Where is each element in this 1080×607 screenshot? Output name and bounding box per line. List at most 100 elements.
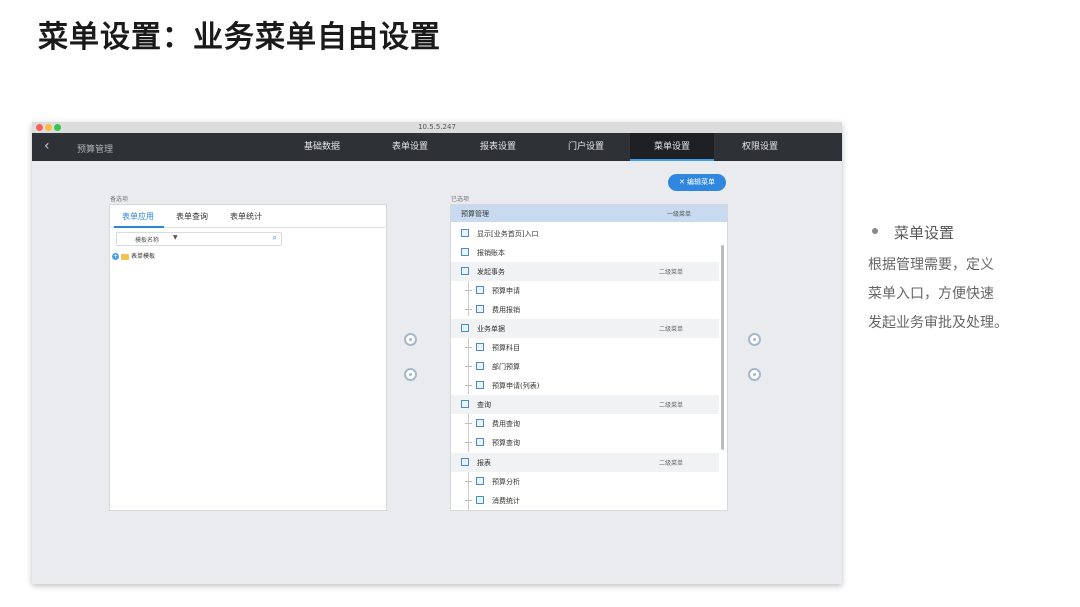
menu-row-label: 报销账本 bbox=[477, 249, 505, 257]
menu-row-label: 查询 bbox=[477, 401, 491, 409]
tab-form-query[interactable]: 表单查询 bbox=[176, 211, 208, 222]
document-icon bbox=[476, 343, 484, 351]
document-icon bbox=[461, 267, 469, 275]
ledger-icon bbox=[461, 248, 469, 256]
tree-branch bbox=[465, 290, 472, 291]
chart-icon bbox=[476, 477, 484, 485]
vertical-scrollbar[interactable] bbox=[721, 245, 724, 450]
side-note-line: 发起业务审批及处理。 bbox=[868, 315, 1008, 331]
root-menu-title: 预算管理 bbox=[461, 210, 489, 218]
nav-item-portal-settings[interactable]: 门户设置 bbox=[544, 133, 628, 161]
form-icon bbox=[476, 286, 484, 294]
checkbox-icon[interactable] bbox=[461, 229, 469, 237]
tree-branch bbox=[465, 442, 472, 443]
top-navbar: ‹ 预算管理 基础数据 表单设置 报表设置 门户设置 菜单设置 权限设置 bbox=[32, 133, 842, 161]
candidate-panel: 表单应用 表单查询 表单统计 模板名称 ▼ ⌕ + 表单模板 bbox=[109, 204, 387, 511]
folder-icon bbox=[121, 253, 129, 260]
tree-branch bbox=[465, 500, 472, 501]
bullet-icon bbox=[872, 228, 878, 234]
menu-row-consumption-stats[interactable]: 消费统计 bbox=[451, 491, 719, 510]
query-icon bbox=[461, 400, 469, 408]
nav-item-form-settings[interactable]: 表单设置 bbox=[368, 133, 452, 161]
menu-row-label: 显示[业务首页]入口 bbox=[477, 230, 539, 238]
query-icon bbox=[476, 438, 484, 446]
tree-branch bbox=[465, 366, 472, 367]
move-down-button[interactable] bbox=[748, 368, 761, 381]
chart-icon bbox=[461, 458, 469, 466]
tree-branch bbox=[465, 309, 472, 310]
tree-node-form-templates[interactable]: + 表单模板 bbox=[112, 251, 155, 260]
menu-group-initiate-business[interactable]: 发起事务 二级菜单 bbox=[451, 262, 719, 281]
menu-row-expense-ledger[interactable]: 报销账本 bbox=[451, 243, 719, 262]
filter-label: 模板名称 bbox=[135, 237, 160, 244]
menu-row-label: 部门预算 bbox=[492, 363, 520, 371]
menu-row-label: 预算申请(列表) bbox=[492, 382, 540, 390]
menu-row-budget-application-list[interactable]: 预算申请(列表) bbox=[451, 376, 719, 395]
active-tab-indicator bbox=[114, 226, 164, 228]
menu-group-reports[interactable]: 报表 二级菜单 bbox=[451, 453, 719, 472]
menu-row-label: 发起事务 bbox=[477, 268, 505, 276]
menu-level-label: 二级菜单 bbox=[659, 269, 684, 276]
document-icon bbox=[476, 381, 484, 389]
menu-row-budget-analysis[interactable]: 预算分析 bbox=[451, 472, 719, 491]
menu-row-expense-claim[interactable]: 费用报销 bbox=[451, 300, 719, 319]
chevron-left-icon[interactable]: ‹ bbox=[44, 138, 50, 154]
move-up-button[interactable] bbox=[748, 333, 761, 346]
nav-item-permission-settings[interactable]: 权限设置 bbox=[718, 133, 802, 161]
menu-row-label: 预算科目 bbox=[492, 344, 520, 352]
right-panel-label: 已选项 bbox=[451, 196, 470, 203]
query-icon bbox=[476, 419, 484, 427]
menu-row-label: 预算查询 bbox=[492, 439, 520, 447]
document-icon bbox=[476, 362, 484, 370]
menu-row-budget-subjects[interactable]: 预算科目 bbox=[451, 338, 719, 357]
edit-menu-button[interactable]: ✕ 编辑菜单 bbox=[668, 174, 726, 191]
menu-row-label: 预算申请 bbox=[492, 287, 520, 295]
tab-form-apps[interactable]: 表单应用 bbox=[122, 211, 154, 222]
search-icon[interactable]: ⌕ bbox=[273, 233, 277, 243]
menu-row-expense-query[interactable]: 费用查询 bbox=[451, 414, 719, 433]
form-icon bbox=[476, 305, 484, 313]
side-note-line: 根据管理需要，定义 bbox=[868, 257, 994, 273]
caret-down-icon[interactable]: ▼ bbox=[173, 234, 178, 241]
side-note-line: 菜单入口，方便快速 bbox=[868, 286, 994, 302]
menu-level-label: 一级菜单 bbox=[667, 211, 692, 218]
slide-title: 菜单设置：业务菜单自由设置 bbox=[38, 20, 441, 55]
tree-branch bbox=[465, 423, 472, 424]
menu-row-label: 消费统计 bbox=[492, 497, 520, 505]
menu-row-budget-application[interactable]: 预算申请 bbox=[451, 281, 719, 300]
menu-row-label: 预算分析 bbox=[492, 478, 520, 486]
selected-panel-header[interactable]: 预算管理 一级菜单 bbox=[451, 205, 727, 222]
nav-item-report-settings[interactable]: 报表设置 bbox=[456, 133, 540, 161]
menu-row-department-budget[interactable]: 部门预算 bbox=[451, 357, 719, 376]
expand-icon[interactable]: + bbox=[112, 253, 119, 260]
table-icon bbox=[461, 324, 469, 332]
chart-icon bbox=[476, 496, 484, 504]
menu-level-label: 二级菜单 bbox=[659, 460, 684, 467]
menu-level-label: 二级菜单 bbox=[659, 326, 684, 333]
tree-branch bbox=[465, 481, 472, 482]
menu-row-label: 报表 bbox=[477, 459, 491, 467]
side-note-heading: 菜单设置 bbox=[894, 224, 955, 242]
menu-group-query[interactable]: 查询 二级菜单 bbox=[451, 395, 719, 414]
window-titlebar: 10.5.5.247 bbox=[32, 122, 842, 133]
tree-branch bbox=[465, 347, 472, 348]
tree-branch bbox=[465, 385, 472, 386]
nav-item-basic-data[interactable]: 基础数据 bbox=[280, 133, 364, 161]
nav-item-menu-settings[interactable]: 菜单设置 bbox=[630, 133, 714, 161]
menu-row-budget-query[interactable]: 预算查询 bbox=[451, 433, 719, 452]
menu-group-business-documents[interactable]: 业务单据 二级菜单 bbox=[451, 319, 719, 338]
menu-level-label: 二级菜单 bbox=[659, 402, 684, 409]
tab-form-stats[interactable]: 表单统计 bbox=[230, 211, 262, 222]
app-name: 预算管理 bbox=[77, 145, 114, 155]
move-right-button[interactable] bbox=[404, 333, 417, 346]
menu-row-label: 业务单据 bbox=[477, 325, 505, 333]
left-panel-label: 备选项 bbox=[110, 196, 129, 203]
app-window: 10.5.5.247 ‹ 预算管理 基础数据 表单设置 报表设置 门户设置 菜单… bbox=[32, 122, 842, 584]
menu-row-label: 费用报销 bbox=[492, 306, 520, 314]
selected-panel: 预算管理 一级菜单 显示[业务首页]入口 报销账本 发起事务 二级菜单 预算申请 bbox=[450, 204, 728, 511]
template-name-filter[interactable]: 模板名称 ▼ ⌕ bbox=[116, 232, 282, 246]
move-left-button[interactable] bbox=[404, 368, 417, 381]
menu-row-show-home-entry[interactable]: 显示[业务首页]入口 bbox=[451, 224, 719, 243]
tree-node-label: 表单模板 bbox=[131, 253, 156, 260]
window-title: 10.5.5.247 bbox=[418, 123, 456, 131]
